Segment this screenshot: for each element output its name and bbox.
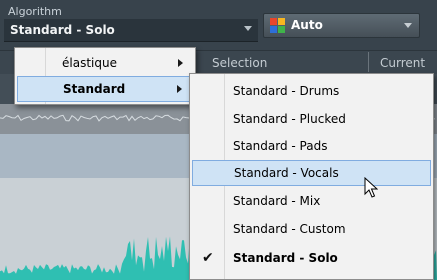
menu-item-standard-plucked[interactable]: Standard - Plucked xyxy=(190,106,433,132)
color-grid-cell xyxy=(278,26,285,33)
menu-item-standard-solo[interactable]: ✔ Standard - Solo xyxy=(190,245,433,271)
column-header-selection: Selection xyxy=(212,56,268,70)
chevron-right-icon xyxy=(177,85,182,93)
menu-item-standard[interactable]: Standard xyxy=(17,76,193,102)
column-header-current: Current xyxy=(380,56,426,70)
menu-item-standard-mix[interactable]: Standard - Mix xyxy=(190,188,433,214)
menu-item-label: Standard - Drums xyxy=(233,84,340,98)
chevron-down-icon xyxy=(244,26,252,31)
chevron-down-icon xyxy=(404,23,412,28)
color-grid-icon xyxy=(270,18,285,33)
menu-item-label: Standard - Vocals xyxy=(234,166,339,180)
color-grid-cell xyxy=(278,18,285,25)
standard-submenu: Standard - Drums Standard - Plucked Stan… xyxy=(189,73,434,280)
auto-preset-button[interactable]: Auto xyxy=(263,13,420,38)
menu-item-label: Standard - Mix xyxy=(233,194,321,208)
chevron-right-icon xyxy=(178,59,183,67)
auto-label: Auto xyxy=(291,18,323,32)
menu-item-label: Standard - Plucked xyxy=(233,112,346,126)
column-divider xyxy=(368,52,369,72)
menu-item-label: Standard xyxy=(63,82,126,96)
menu-item-elastique[interactable]: élastique xyxy=(15,50,195,76)
color-grid-cell xyxy=(270,18,277,25)
menu-item-standard-drums[interactable]: Standard - Drums xyxy=(190,78,433,104)
checkmark-icon: ✔ xyxy=(202,250,214,266)
algorithm-select[interactable]: Standard - Solo xyxy=(4,19,258,42)
algorithm-caption: Algorithm xyxy=(8,5,62,18)
color-grid-cell xyxy=(270,26,277,33)
menu-item-label: Standard - Custom xyxy=(233,222,346,236)
menu-item-standard-vocals[interactable]: Standard - Vocals xyxy=(192,160,431,186)
algorithm-menu: élastique Standard xyxy=(14,47,196,105)
menu-item-standard-pads[interactable]: Standard - Pads xyxy=(190,133,433,159)
menu-item-label: Standard - Solo xyxy=(233,251,338,265)
menu-item-label: Standard - Pads xyxy=(233,139,328,153)
menu-item-label: élastique xyxy=(62,56,117,70)
algorithm-value: Standard - Solo xyxy=(10,23,115,37)
mouse-pointer-icon xyxy=(364,177,378,198)
menu-item-standard-custom[interactable]: Standard - Custom xyxy=(190,216,433,242)
